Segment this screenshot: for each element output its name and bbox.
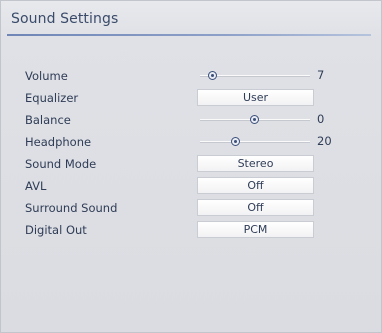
sound-mode-option[interactable]: Stereo	[197, 155, 314, 172]
setting-row-surround-sound[interactable]: Surround Sound Off	[1, 199, 382, 219]
sound-settings-panel: Sound Settings Volume 7 Equalizer User B…	[0, 0, 382, 333]
balance-value: 0	[317, 112, 325, 126]
equalizer-option[interactable]: User	[197, 89, 314, 106]
setting-label: Digital Out	[25, 223, 87, 237]
setting-label: Equalizer	[25, 91, 79, 105]
setting-label: Surround Sound	[25, 201, 118, 215]
headphone-slider-track[interactable]	[200, 141, 310, 142]
setting-label: Balance	[25, 113, 71, 127]
setting-row-headphone[interactable]: Headphone 20	[1, 133, 382, 153]
setting-row-digital-out[interactable]: Digital Out PCM	[1, 221, 382, 241]
balance-slider-knob[interactable]	[250, 115, 259, 124]
setting-label: AVL	[25, 179, 47, 193]
title-divider	[7, 34, 371, 36]
setting-label: Volume	[25, 69, 68, 83]
setting-row-balance[interactable]: Balance 0	[1, 111, 382, 131]
setting-row-equalizer[interactable]: Equalizer User	[1, 89, 382, 109]
avl-option[interactable]: Off	[197, 177, 314, 194]
headphone-slider-knob[interactable]	[231, 137, 241, 146]
setting-label: Headphone	[25, 135, 92, 149]
setting-row-volume[interactable]: Volume 7	[1, 67, 382, 87]
surround-sound-option[interactable]: Off	[197, 199, 314, 216]
setting-row-sound-mode[interactable]: Sound Mode Stereo	[1, 155, 382, 175]
setting-row-avl[interactable]: AVL Off	[1, 177, 382, 197]
digital-out-option[interactable]: PCM	[197, 221, 314, 238]
volume-slider-knob[interactable]	[208, 71, 218, 80]
volume-value: 7	[317, 68, 325, 82]
setting-label: Sound Mode	[25, 157, 97, 171]
page-title: Sound Settings	[11, 11, 119, 27]
headphone-value: 20	[317, 134, 332, 148]
